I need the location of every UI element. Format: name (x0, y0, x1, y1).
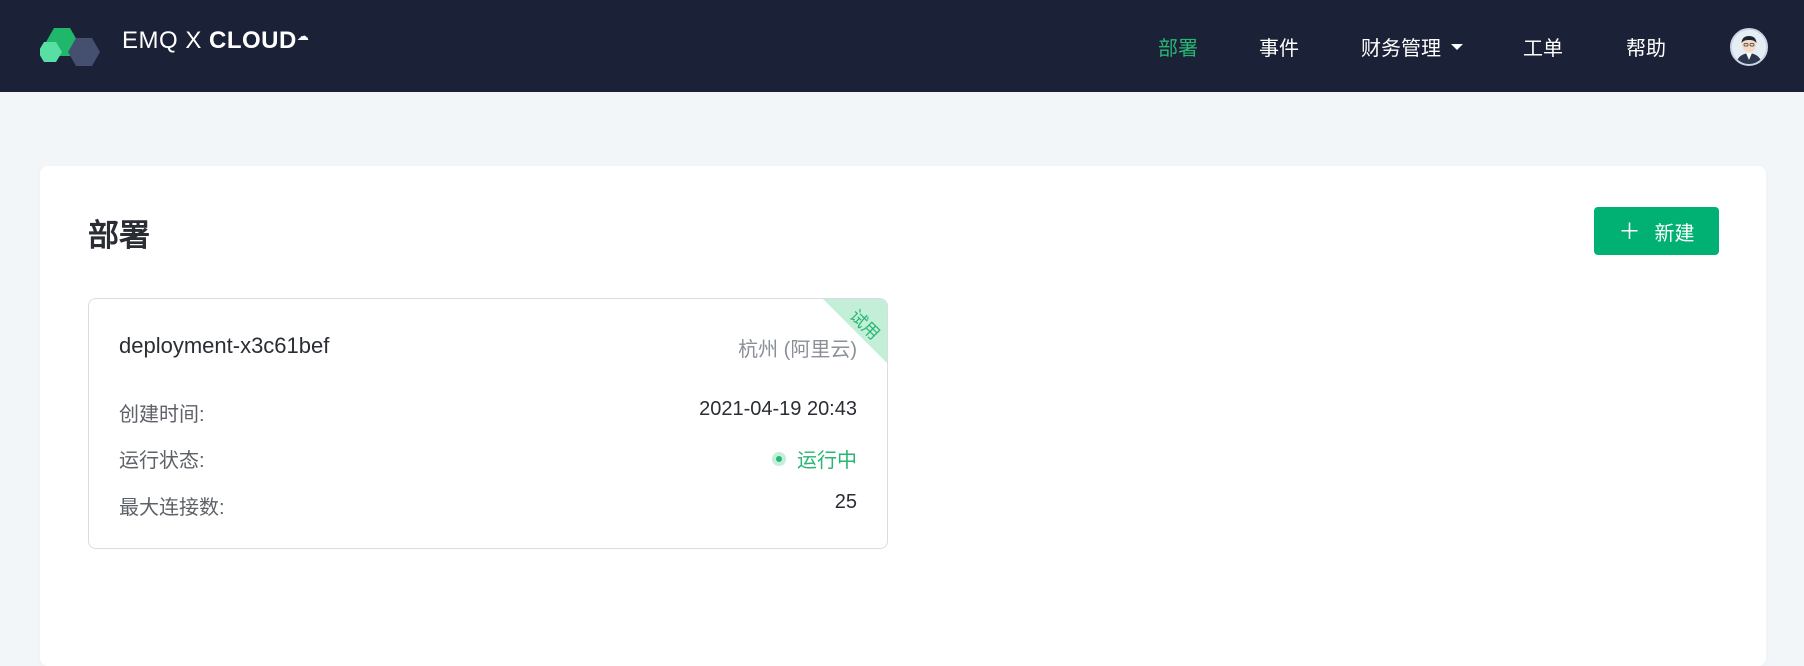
plus-icon: ＋ (1618, 219, 1641, 244)
deployment-card[interactable]: 试用 deployment-x3c61bef 杭州 (阿里云) 创建时间: 20… (88, 298, 888, 549)
run-status-label: 运行状态: (119, 450, 205, 472)
nav-item-tickets[interactable]: 工单 (1523, 0, 1563, 92)
created-time-label: 创建时间: (119, 404, 205, 426)
user-avatar-icon (1732, 30, 1766, 64)
cloud-icon: ☁ (296, 29, 310, 43)
nav-item-finance[interactable]: 财务管理 (1361, 0, 1463, 92)
page-title: 部署 (88, 218, 150, 253)
caret-down-icon (1451, 44, 1463, 50)
logo-text-bold: CLOUD (209, 27, 297, 54)
user-avatar[interactable] (1730, 28, 1768, 66)
run-status-text: 运行中 (797, 450, 857, 472)
nav-item-label: 工单 (1523, 37, 1563, 60)
new-button-label: 新建 (1654, 222, 1695, 245)
new-deployment-button[interactable]: ＋ 新建 (1594, 207, 1719, 255)
emqx-cloud-logo[interactable]: EMQ X CLOUD☁ (38, 16, 309, 66)
top-navbar: EMQ X CLOUD☁ 部署 事件 财务管理 工单 帮助 (0, 0, 1804, 92)
nav-item-label: 财务管理 (1361, 37, 1441, 60)
deployment-name: deployment-x3c61bef (119, 333, 330, 358)
hexagon-logo-icon (38, 28, 100, 66)
logo-text: EMQ X CLOUD☁ (122, 27, 309, 55)
nav-item-help[interactable]: 帮助 (1626, 0, 1666, 92)
nav-item-events[interactable]: 事件 (1259, 0, 1299, 92)
logo-text-light: EMQ X (122, 27, 210, 54)
max-connections-label: 最大连接数: (119, 497, 225, 519)
nav-item-label: 事件 (1259, 37, 1299, 60)
deployment-region: 杭州 (阿里云) (738, 339, 857, 361)
nav-item-label: 部署 (1158, 37, 1198, 60)
nav-item-label: 帮助 (1626, 37, 1666, 60)
nav-item-deploy[interactable]: 部署 (1158, 0, 1198, 92)
run-status-value: 运行中 (773, 444, 857, 473)
created-time-value: 2021-04-19 20:43 (699, 398, 857, 420)
deployments-panel: 部署 ＋ 新建 试用 deployment-x3c61bef 杭州 (阿里云) … (40, 166, 1766, 666)
max-connections-value: 25 (834, 491, 857, 513)
status-running-icon (773, 452, 785, 465)
